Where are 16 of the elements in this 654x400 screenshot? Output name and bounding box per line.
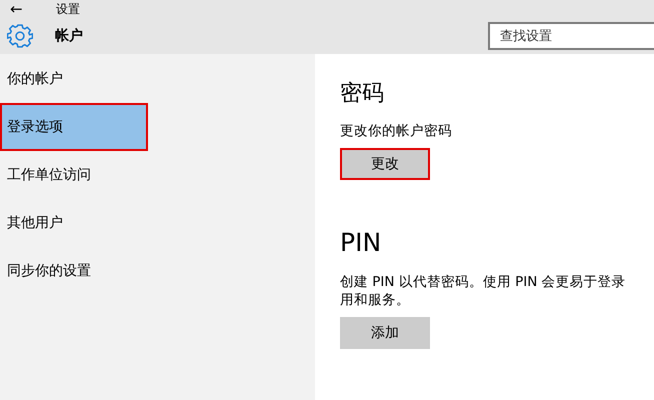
section-heading: PIN (340, 228, 382, 257)
nav-item[interactable]: 其他用户 (0, 199, 315, 247)
nav-item[interactable]: 工作单位访问 (0, 151, 315, 199)
section-description: 更改你的帐户密码 (340, 122, 453, 140)
search-field[interactable]: 查找设置 (488, 22, 654, 50)
section-heading: 密码 (340, 80, 385, 108)
window-title: 设置 (56, 0, 80, 18)
page-title: 帐户 (55, 27, 83, 45)
nav-item[interactable]: 你的帐户 (0, 55, 315, 103)
section-description: 创建 PIN 以代替密码。使用 PIN 会更易于登录 用和服务。 (340, 273, 627, 309)
action-button[interactable]: 添加 (340, 317, 430, 349)
action-button[interactable]: 更改 (340, 148, 430, 180)
back-button[interactable]: ← (10, 0, 30, 18)
settings-icon (7, 23, 33, 49)
nav-item[interactable]: 同步你的设置 (0, 247, 315, 295)
nav-item[interactable]: 登录选项 (0, 103, 148, 151)
